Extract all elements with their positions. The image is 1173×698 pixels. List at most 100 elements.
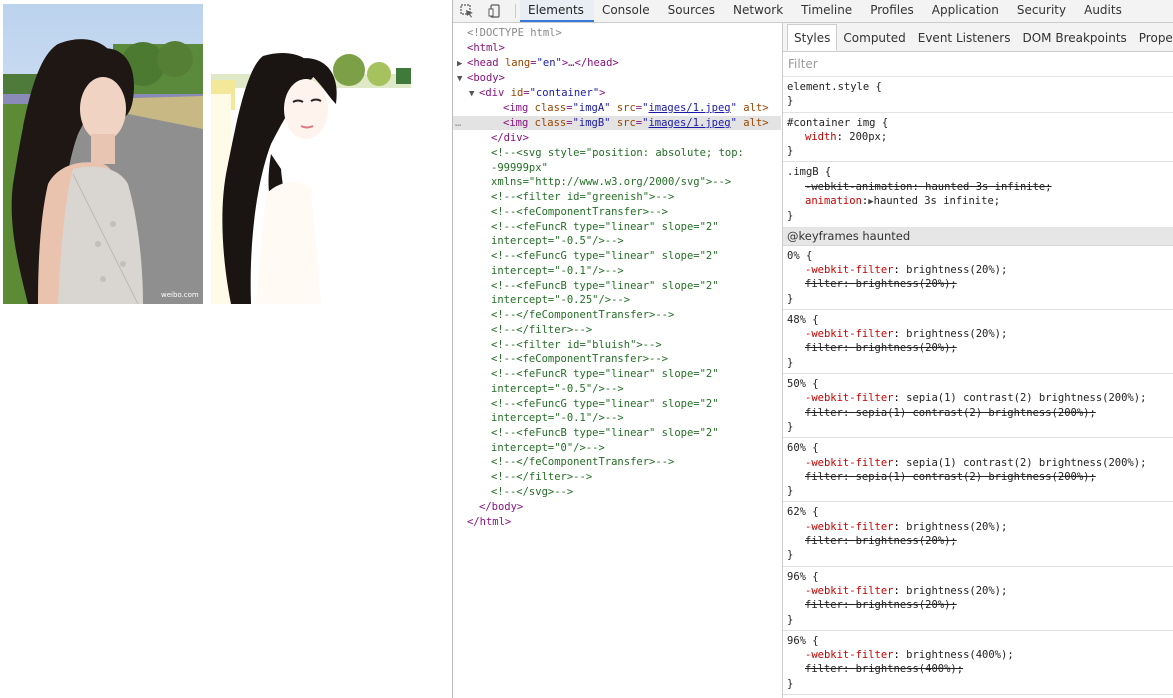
dom-head-node[interactable]: ▶ <head lang="en">…</head> <box>453 56 781 70</box>
dom-comment[interactable]: intercept="-0.25"/>--> <box>453 293 781 307</box>
tab-computed[interactable]: Computed <box>837 25 911 51</box>
css-value: brightness(400%); <box>906 649 1014 662</box>
photo-imgB[interactable] <box>211 4 411 304</box>
tab-security[interactable]: Security <box>1009 0 1076 22</box>
keyframe-rule[interactable]: 48% { -webkit-filter: brightness(20%); f… <box>783 310 1173 375</box>
tab-elements[interactable]: Elements <box>520 0 594 22</box>
tab-properties[interactable]: Properties <box>1133 25 1173 51</box>
tab-application[interactable]: Application <box>924 0 1009 22</box>
css-declaration[interactable]: -webkit-filter: brightness(400%); <box>787 648 1173 662</box>
keyframe-rule[interactable]: 96% { -webkit-filter: brightness(400%); … <box>783 631 1173 695</box>
dom-comment[interactable]: intercept="0"/>--> <box>453 441 781 455</box>
keyframe-rule[interactable]: 60% { -webkit-filter: sepia(1) contrast(… <box>783 438 1173 503</box>
css-declaration-overridden[interactable]: filter: brightness(20%); <box>787 598 1173 612</box>
rule-imgB[interactable]: .imgB { -webkit-animation: haunted 3s in… <box>783 162 1173 228</box>
css-declaration-overridden[interactable]: filter: sepia(1) contrast(2) brightness(… <box>787 406 1173 420</box>
tab-sources[interactable]: Sources <box>660 0 725 22</box>
dom-comment[interactable]: intercept="-0.1"/>--> <box>453 411 781 425</box>
dom-comment[interactable]: <!--<filter id="bluish">--> <box>453 338 781 352</box>
tab-network[interactable]: Network <box>725 0 793 22</box>
tab-event-listeners[interactable]: Event Listeners <box>912 25 1017 51</box>
tab-console[interactable]: Console <box>594 0 660 22</box>
keyframe-rule[interactable]: 96% { -webkit-filter: brightness(20%); f… <box>783 567 1173 631</box>
src-link[interactable]: images/1.jpeg <box>648 117 730 129</box>
dom-comment[interactable]: <!--</svg>--> <box>453 485 781 499</box>
css-property: -webkit-filter <box>805 392 894 405</box>
dom-div-close[interactable]: </div> <box>453 131 781 145</box>
dom-body-node[interactable]: ▼ <body> <box>453 71 781 85</box>
styles-filter-input[interactable]: Filter <box>783 52 1173 77</box>
rule-selector: element.style { <box>787 81 882 93</box>
css-property: -webkit-filter <box>805 520 894 533</box>
dom-comment[interactable]: <!--<feFuncR type="linear" slope="2" <box>453 220 781 234</box>
dom-doctype[interactable]: <!DOCTYPE html> <box>453 26 781 40</box>
dom-body-close[interactable]: </body> <box>453 500 781 514</box>
dom-comment[interactable]: <!--<feFuncB type="linear" slope="2" <box>453 426 781 440</box>
css-value: brightness(20%); <box>855 535 957 548</box>
dom-comment[interactable]: <!--</feComponentTransfer>--> <box>453 455 781 469</box>
css-declaration[interactable]: -webkit-filter: sepia(1) contrast(2) bri… <box>787 391 1173 405</box>
dom-comment[interactable]: <!--</feComponentTransfer>--> <box>453 308 781 322</box>
dom-imgA[interactable]: <img class="imgA" src="images/1.jpeg" al… <box>453 101 781 115</box>
dom-comment[interactable]: <!--<feComponentTransfer>--> <box>453 205 781 219</box>
elements-tree[interactable]: <!DOCTYPE html> <html> ▶ <head lang="en">… <box>453 23 781 698</box>
css-declaration[interactable]: animation:▶haunted 3s infinite; <box>787 194 1173 209</box>
dom-comment[interactable]: <!--<feComponentTransfer>--> <box>453 352 781 366</box>
collapse-arrow-icon[interactable]: ▼ <box>469 87 479 101</box>
dom-comment[interactable]: <!--<filter id="greenish">--> <box>453 190 781 204</box>
more-dots-icon[interactable]: … <box>455 116 461 130</box>
dom-comment[interactable]: -99999px" <box>453 161 781 175</box>
css-declaration-overridden[interactable]: -webkit-animation: haunted 3s infinite; <box>787 180 1173 194</box>
inspect-element-icon[interactable] <box>453 0 481 22</box>
dom-comment[interactable]: <!--</filter>--> <box>453 323 781 337</box>
dom-comment[interactable]: <!--<feFuncB type="linear" slope="2" <box>453 279 781 293</box>
dom-comment[interactable]: <!--<feFuncG type="linear" slope="2" <box>453 397 781 411</box>
css-declaration-overridden[interactable]: filter: brightness(20%); <box>787 277 1173 291</box>
dom-imgB-selected[interactable]: … <img class="imgB" src="images/1.jpeg" a… <box>453 116 781 130</box>
tab-audits[interactable]: Audits <box>1076 0 1132 22</box>
dom-comment[interactable]: intercept="-0.5"/>--> <box>453 382 781 396</box>
keyframe-selector: 96% { <box>787 634 819 647</box>
css-declaration[interactable]: -webkit-filter: brightness(20%); <box>787 520 1173 534</box>
tab-dom-breakpoints[interactable]: DOM Breakpoints <box>1016 25 1132 51</box>
rule-close-brace: } <box>787 549 794 562</box>
div-val: "container" <box>529 87 600 99</box>
dom-html-open[interactable]: <html> <box>453 41 781 55</box>
expand-arrow-icon[interactable]: ▶ <box>457 57 467 71</box>
collapse-arrow-icon[interactable]: ▼ <box>457 72 467 86</box>
tab-timeline[interactable]: Timeline <box>793 0 862 22</box>
css-declaration[interactable]: -webkit-filter: brightness(20%); <box>787 584 1173 598</box>
devtools-tabbar: Elements Console Sources Network Timelin… <box>453 0 1173 23</box>
dom-comment[interactable]: intercept="-0.5"/>--> <box>453 234 781 248</box>
dom-div-container[interactable]: ▼ <div id="container"> <box>453 86 781 100</box>
keyframe-rule[interactable]: 50% { -webkit-filter: sepia(1) contrast(… <box>783 374 1173 439</box>
tab-profiles[interactable]: Profiles <box>862 0 924 22</box>
css-declaration-overridden[interactable]: filter: brightness(20%); <box>787 341 1173 355</box>
css-declaration-overridden[interactable]: filter: brightness(400%); <box>787 662 1173 676</box>
dom-html-close[interactable]: </html> <box>453 515 781 529</box>
css-declaration[interactable]: width: 200px; <box>787 130 1173 144</box>
dom-comment[interactable]: xmlns="http://www.w3.org/2000/svg">--> <box>453 175 781 189</box>
keyframe-rule[interactable]: 62% { -webkit-filter: brightness(20%); f… <box>783 502 1173 567</box>
rule-selector: #container img { <box>787 116 889 129</box>
css-declaration[interactable]: -webkit-filter: sepia(1) contrast(2) bri… <box>787 456 1173 470</box>
css-declaration[interactable]: -webkit-filter: brightness(20%); <box>787 263 1173 277</box>
device-mode-icon[interactable] <box>481 0 509 22</box>
keyframe-rule[interactable]: 0% { -webkit-filter: brightness(20%); fi… <box>783 246 1173 310</box>
dom-comment[interactable]: <!--<feFuncG type="linear" slope="2" <box>453 249 781 263</box>
dom-comment[interactable]: intercept="-0.1"/>--> <box>453 264 781 278</box>
dom-comment[interactable]: <!--</filter>--> <box>453 470 781 484</box>
src-link[interactable]: images/1.jpeg <box>648 102 730 114</box>
rule-element-style[interactable]: element.style { } <box>783 77 1173 113</box>
css-property: filter <box>805 342 843 355</box>
keyframe-selector: 60% { <box>787 442 819 455</box>
tab-styles[interactable]: Styles <box>787 24 838 51</box>
css-property: -webkit-filter <box>805 328 894 341</box>
css-declaration-overridden[interactable]: filter: brightness(20%); <box>787 534 1173 548</box>
css-declaration-overridden[interactable]: filter: sepia(1) contrast(2) brightness(… <box>787 470 1173 484</box>
rule-container-img[interactable]: #container img { width: 200px; } <box>783 113 1173 163</box>
dom-comment[interactable]: <!--<feFuncR type="linear" slope="2" <box>453 367 781 381</box>
dom-comment[interactable]: <!--<svg style="position: absolute; top: <box>453 146 781 160</box>
photo-imgA[interactable]: weibo.com <box>3 4 203 304</box>
css-declaration[interactable]: -webkit-filter: brightness(20%); <box>787 327 1173 341</box>
